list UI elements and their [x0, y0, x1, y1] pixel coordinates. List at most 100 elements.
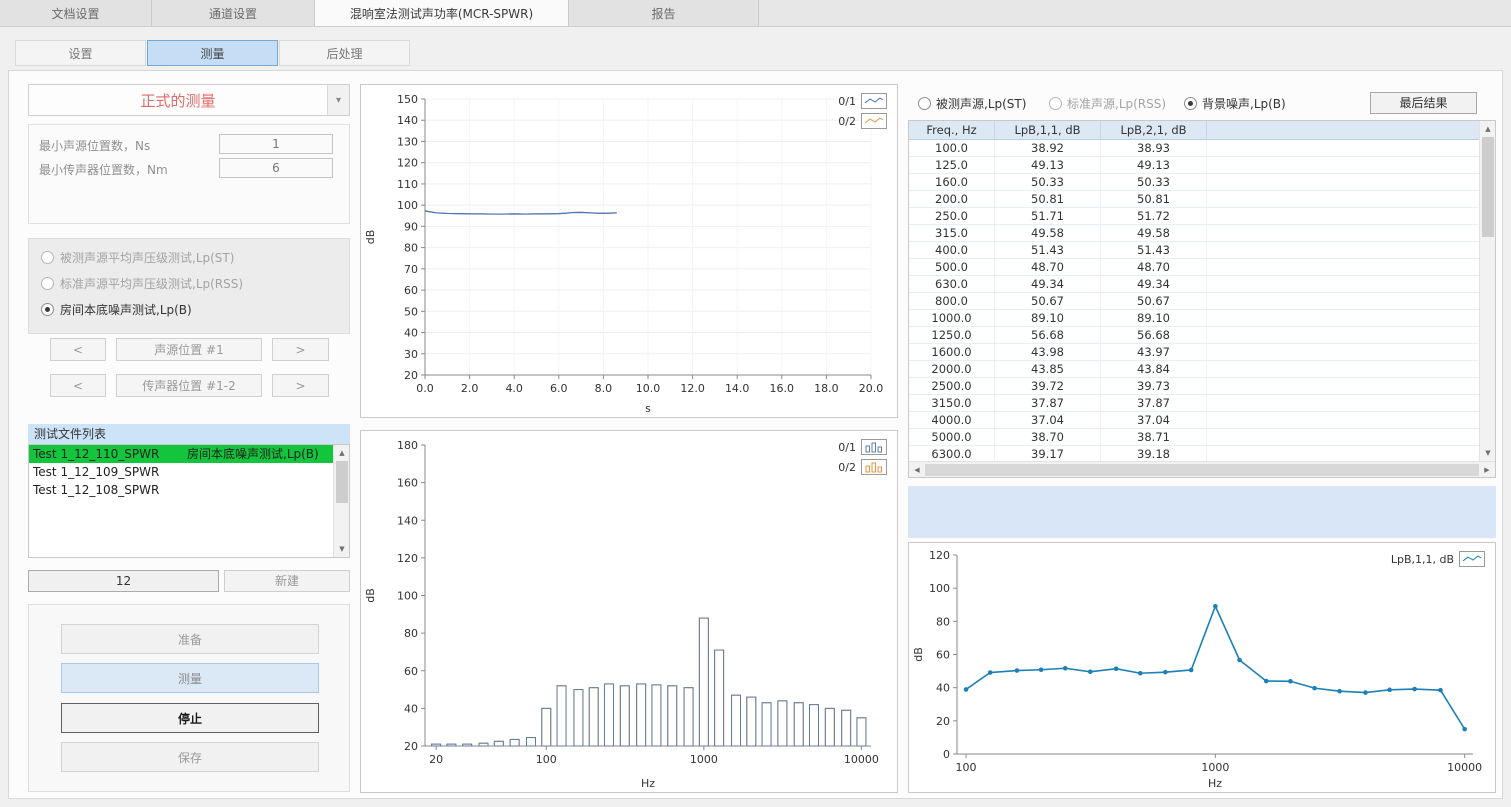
save-button[interactable]: 保存	[61, 742, 319, 772]
table-cell-filler	[1207, 446, 1479, 461]
table-cell: 39.18	[1101, 446, 1207, 461]
svg-text:dB: dB	[364, 588, 377, 603]
table-row[interactable]: 3150.037.8737.87	[909, 395, 1479, 412]
radio-icon[interactable]	[41, 251, 54, 264]
table-vscrollbar[interactable]: ▲ ▼	[1479, 121, 1495, 461]
table-row[interactable]: 4000.037.0437.04	[909, 412, 1479, 429]
table-row[interactable]: 250.051.7151.72	[909, 208, 1479, 225]
scroll-up-icon[interactable]: ▲	[1480, 121, 1496, 137]
tab-report[interactable]: 报告	[569, 0, 759, 26]
column-header[interactable]: LpB,2,1, dB	[1101, 121, 1207, 139]
param-input-0[interactable]: 1	[219, 134, 333, 154]
scroll-up-icon[interactable]: ▲	[334, 445, 350, 461]
subtab-settings[interactable]: 设置	[15, 40, 146, 66]
table-row[interactable]: 315.049.5849.58	[909, 225, 1479, 242]
subtab-measure[interactable]: 测量	[147, 40, 278, 66]
list-item[interactable]: Test 1_12_109_SPWR	[29, 463, 333, 481]
table-cell: 49.58	[995, 225, 1101, 241]
scroll-thumb[interactable]	[925, 464, 1479, 476]
param-input-1[interactable]: 6	[219, 158, 333, 178]
table-row[interactable]: 2000.043.8543.84	[909, 361, 1479, 378]
measure-button[interactable]: 测量	[61, 663, 319, 693]
spectrum-bar-chart: 2040608010012014016018020100100010000dBH…	[360, 430, 898, 793]
svg-text:50: 50	[404, 305, 418, 318]
table-cell-filler	[1207, 225, 1479, 241]
radio-test-type-0[interactable]: 被测声源平均声压级测试,Lp(ST)	[41, 249, 234, 265]
legend-entry: 0/1	[838, 439, 887, 455]
scroll-left-icon[interactable]: ◀	[909, 462, 925, 478]
radio-source-lprss[interactable]: 标准声源,Lp(RSS)	[1049, 95, 1166, 111]
table-row[interactable]: 1250.056.6856.68	[909, 327, 1479, 344]
right-panel-band	[908, 486, 1496, 538]
file-list-scrollbar[interactable]: ▲ ▼	[333, 445, 349, 557]
column-header[interactable]: Freq., Hz	[909, 121, 995, 139]
radio-icon[interactable]	[41, 303, 54, 316]
file-list-items: Test 1_12_110_SPWR房间本底噪声测试,Lp(B)Test 1_1…	[29, 445, 333, 557]
tab-mcr-spwr[interactable]: 混响室法测试声功率(MCR-SPWR)	[315, 0, 569, 26]
source-next-button[interactable]: >	[272, 338, 329, 361]
table-row[interactable]: 100.038.9238.93	[909, 140, 1479, 157]
svg-text:10000: 10000	[844, 753, 879, 766]
table-cell: 50.67	[1101, 293, 1207, 309]
file-list[interactable]: Test 1_12_110_SPWR房间本底噪声测试,Lp(B)Test 1_1…	[28, 444, 350, 558]
prepare-button[interactable]: 准备	[61, 624, 319, 654]
radio-icon[interactable]	[918, 97, 931, 110]
table-cell-filler	[1207, 293, 1479, 309]
svg-text:180: 180	[397, 439, 418, 452]
measurement-mode-dropdown[interactable]: 正式的测量 ▾	[28, 84, 350, 116]
source-position-button[interactable]: 声源位置 #1	[116, 338, 262, 361]
tab-document-settings[interactable]: 文档设置	[0, 0, 152, 26]
mic-next-button[interactable]: >	[272, 374, 329, 397]
list-item[interactable]: Test 1_12_110_SPWR房间本底噪声测试,Lp(B)	[29, 445, 333, 463]
scroll-thumb[interactable]	[336, 461, 348, 503]
scroll-down-icon[interactable]: ▼	[334, 541, 350, 557]
table-row[interactable]: 1000.089.1089.10	[909, 310, 1479, 327]
radio-source-lpst[interactable]: 被测声源,Lp(ST)	[918, 95, 1026, 111]
new-file-button[interactable]: 新建	[224, 570, 350, 592]
table-hscrollbar[interactable]: ◀ ▶	[909, 461, 1495, 477]
table-row[interactable]: 2500.039.7239.73	[909, 378, 1479, 395]
radio-icon[interactable]	[1184, 97, 1197, 110]
radio-source-lpb[interactable]: 背景噪声,Lp(B)	[1184, 95, 1286, 111]
tab-channel-settings[interactable]: 通道设置	[152, 0, 315, 26]
table-cell-filler	[1207, 327, 1479, 343]
table-row[interactable]: 6300.039.1739.18	[909, 446, 1479, 461]
table-row[interactable]: 200.050.8150.81	[909, 191, 1479, 208]
table-cell-filler	[1207, 191, 1479, 207]
table-cell: 56.68	[1101, 327, 1207, 343]
list-item-name: Test 1_12_109_SPWR	[29, 463, 187, 481]
subtab-postprocess[interactable]: 后处理	[279, 40, 410, 66]
radio-test-type-2[interactable]: 房间本底噪声测试,Lp(B)	[41, 301, 192, 317]
radio-icon[interactable]	[1049, 97, 1062, 110]
table-row[interactable]: 1600.043.9843.97	[909, 344, 1479, 361]
mic-prev-button[interactable]: <	[50, 374, 106, 397]
table-cell: 400.0	[909, 242, 995, 258]
scroll-thumb[interactable]	[1482, 137, 1494, 237]
radio-icon[interactable]	[41, 277, 54, 290]
scroll-right-icon[interactable]: ▶	[1479, 462, 1495, 478]
source-prev-button[interactable]: <	[50, 338, 106, 361]
legend-entry: 0/2	[838, 459, 887, 475]
list-item[interactable]: Test 1_12_108_SPWR	[29, 481, 333, 499]
radio-label: 被测声源,Lp(ST)	[936, 95, 1026, 112]
column-header[interactable]: LpB,1,1, dB	[995, 121, 1101, 139]
table-row[interactable]: 5000.038.7038.71	[909, 429, 1479, 446]
table-cell: 630.0	[909, 276, 995, 292]
table-row[interactable]: 400.051.4351.43	[909, 242, 1479, 259]
list-item-desc: 房间本底噪声测试,Lp(B)	[187, 445, 319, 463]
table-cell: 89.10	[1101, 310, 1207, 326]
scroll-down-icon[interactable]: ▼	[1480, 445, 1496, 461]
table-row[interactable]: 125.049.1349.13	[909, 157, 1479, 174]
table-row[interactable]: 800.050.6750.67	[909, 293, 1479, 310]
final-result-button[interactable]: 最后结果	[1370, 92, 1477, 114]
stop-button[interactable]: 停止	[61, 703, 319, 733]
table-row[interactable]: 630.049.3449.34	[909, 276, 1479, 293]
radio-test-type-1[interactable]: 标准声源平均声压级测试,Lp(RSS)	[41, 275, 243, 291]
table-row[interactable]: 160.050.3350.33	[909, 174, 1479, 191]
mic-position-button[interactable]: 传声器位置 #1-2	[116, 374, 262, 397]
table-row[interactable]: 500.048.7048.70	[909, 259, 1479, 276]
chevron-down-icon[interactable]: ▾	[327, 85, 349, 115]
table-header-row: Freq., HzLpB,1,1, dBLpB,2,1, dB	[909, 121, 1479, 140]
legend-line-icon	[861, 113, 887, 129]
file-count-button[interactable]: 12	[28, 570, 219, 592]
